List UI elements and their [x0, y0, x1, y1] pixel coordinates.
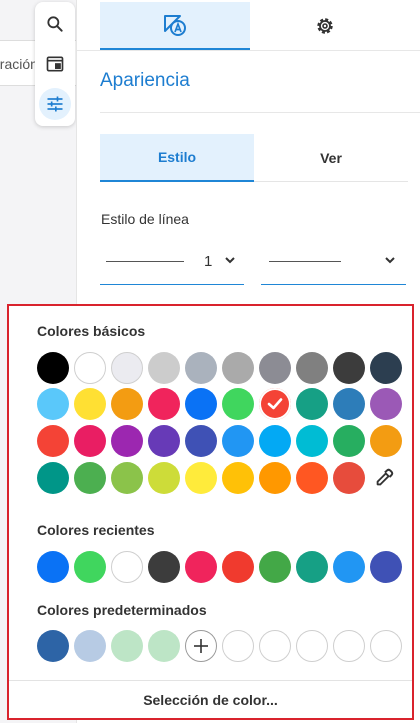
basic-color-swatch[interactable]	[185, 352, 217, 384]
basic-color-swatch[interactable]	[259, 462, 291, 494]
search-button[interactable]	[39, 8, 71, 40]
basic-color-swatch[interactable]	[148, 388, 180, 420]
basic-color-swatch[interactable]	[296, 388, 328, 420]
basic-color-swatch[interactable]	[259, 352, 291, 384]
tab-appearance[interactable]	[100, 2, 250, 50]
basic-color-swatch[interactable]	[74, 388, 106, 420]
recent-color-swatch[interactable]	[74, 551, 106, 583]
recent-color-swatch[interactable]	[185, 551, 217, 583]
basic-color-swatch[interactable]	[259, 425, 291, 457]
window-icon	[46, 56, 64, 72]
basic-color-swatch[interactable]	[148, 425, 180, 457]
eyedropper-icon	[376, 468, 394, 486]
color-selection-button[interactable]: Selección de color...	[9, 681, 412, 718]
divider	[77, 50, 420, 51]
divider	[100, 112, 420, 113]
basic-color-swatch[interactable]	[37, 388, 69, 420]
basic-color-swatch[interactable]	[296, 462, 328, 494]
basic-color-swatch[interactable]	[370, 425, 402, 457]
basic-color-swatch[interactable]	[37, 352, 69, 384]
basic-colors-label: Colores básicos	[37, 323, 146, 339]
line-preview	[269, 261, 341, 262]
basic-color-swatch[interactable]	[74, 352, 106, 384]
basic-color-swatch[interactable]	[333, 352, 365, 384]
chevron-down-icon	[385, 257, 395, 264]
empty-color-slot[interactable]	[370, 630, 402, 662]
recent-color-swatch[interactable]	[37, 551, 69, 583]
recent-color-swatch[interactable]	[259, 551, 291, 583]
basic-color-swatch[interactable]	[222, 462, 254, 494]
recent-color-swatch[interactable]	[222, 551, 254, 583]
line-width-dropdown[interactable]: 1	[100, 237, 244, 285]
basic-color-swatch[interactable]	[111, 425, 143, 457]
empty-color-slot[interactable]	[259, 630, 291, 662]
panel-title: Apariencia	[100, 70, 190, 91]
basic-color-swatch[interactable]	[333, 388, 365, 420]
basic-color-swatch[interactable]	[333, 462, 365, 494]
basic-color-swatch[interactable]	[370, 352, 402, 384]
basic-color-swatch[interactable]	[222, 352, 254, 384]
basic-color-swatch[interactable]	[185, 388, 217, 420]
empty-color-slot[interactable]	[333, 630, 365, 662]
search-icon	[47, 16, 63, 32]
background-tab-label: oración	[0, 56, 38, 72]
basic-color-swatch[interactable]	[185, 425, 217, 457]
basic-color-swatch[interactable]	[296, 352, 328, 384]
sliders-icon	[47, 96, 63, 112]
empty-color-slot[interactable]	[222, 630, 254, 662]
gear-icon	[317, 18, 333, 34]
recent-color-swatch[interactable]	[111, 551, 143, 583]
basic-color-swatch[interactable]	[148, 352, 180, 384]
eyedropper-button[interactable]	[368, 462, 400, 494]
basic-color-swatch[interactable]	[222, 388, 254, 420]
tab-settings[interactable]	[250, 2, 400, 50]
empty-color-slot[interactable]	[296, 630, 328, 662]
basic-color-swatch[interactable]	[111, 462, 143, 494]
default-colors-label: Colores predeterminados	[37, 602, 207, 618]
style-settings-button[interactable]	[39, 88, 71, 120]
basic-color-swatch[interactable]	[370, 388, 402, 420]
tab-style[interactable]: Estilo	[100, 134, 254, 182]
line-style-label: Estilo de línea	[101, 211, 189, 227]
basic-color-swatch[interactable]	[111, 352, 143, 384]
basic-color-swatch[interactable]	[222, 425, 254, 457]
plus-icon	[194, 639, 208, 653]
basic-color-swatch[interactable]	[37, 462, 69, 494]
line-preview	[106, 261, 184, 262]
recent-color-swatch[interactable]	[148, 551, 180, 583]
basic-color-swatch[interactable]	[111, 388, 143, 420]
basic-color-swatch[interactable]	[37, 425, 69, 457]
basic-color-swatch[interactable]	[296, 425, 328, 457]
recent-color-swatch[interactable]	[370, 551, 402, 583]
basic-color-swatch[interactable]	[74, 462, 106, 494]
default-color-swatch[interactable]	[37, 630, 69, 662]
tab-view[interactable]: Ver	[254, 134, 408, 182]
line-type-dropdown[interactable]	[261, 237, 406, 285]
basic-color-swatch-selected[interactable]	[259, 388, 291, 420]
line-width-value: 1	[204, 253, 213, 270]
window-button[interactable]	[39, 48, 71, 80]
default-color-swatch[interactable]	[111, 630, 143, 662]
basic-color-swatch[interactable]	[185, 462, 217, 494]
default-color-swatch[interactable]	[148, 630, 180, 662]
default-color-swatch[interactable]	[74, 630, 106, 662]
recent-color-swatch[interactable]	[296, 551, 328, 583]
add-color-button[interactable]	[185, 630, 217, 662]
basic-color-swatch[interactable]	[148, 462, 180, 494]
basic-color-swatch[interactable]	[333, 425, 365, 457]
recent-color-swatch[interactable]	[333, 551, 365, 583]
chevron-down-icon	[225, 257, 235, 264]
vertical-toolbar	[35, 2, 75, 126]
checkmark-icon	[267, 398, 283, 410]
text-format-icon	[164, 15, 186, 36]
basic-color-swatch[interactable]	[74, 425, 106, 457]
recent-colors-label: Colores recientes	[37, 522, 155, 538]
color-picker-popup: Colores básicos Colores recientes Colore…	[7, 304, 414, 720]
